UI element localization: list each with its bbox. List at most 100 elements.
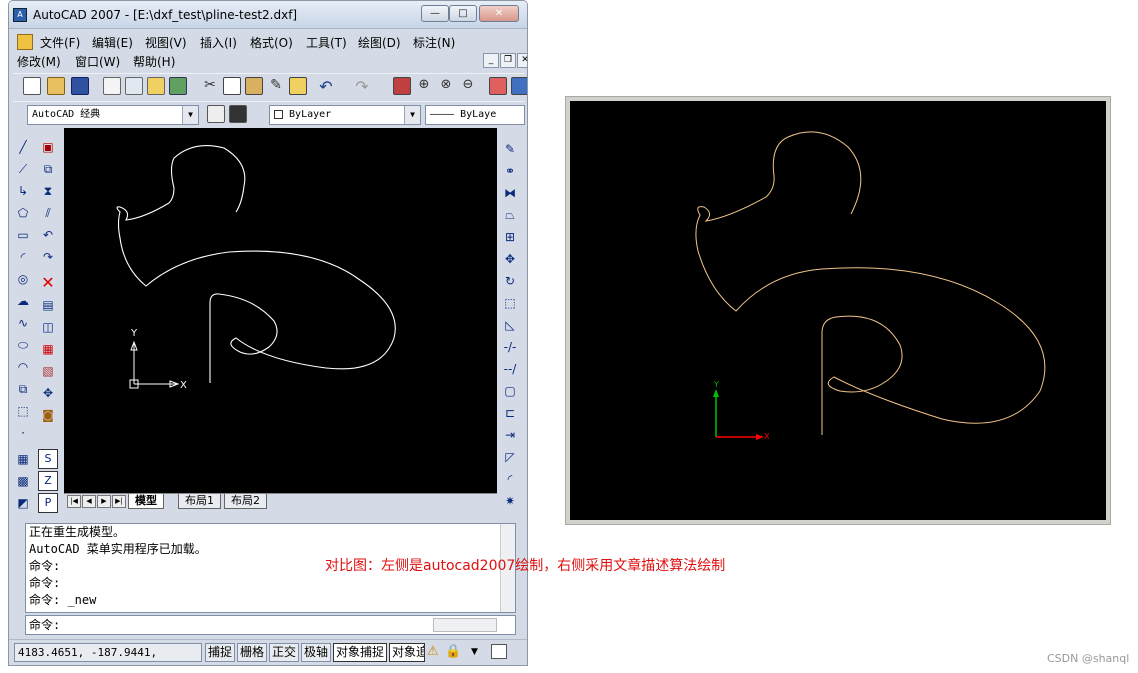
region-icon[interactable]: ◩ [13,493,33,513]
menu-tools[interactable]: 工具(T) [306,34,347,51]
open-icon[interactable] [47,77,65,95]
my-workspace-icon[interactable] [229,105,247,123]
menu-edit[interactable]: 编辑(E) [92,34,133,51]
polyline-icon[interactable]: ↳ [13,181,33,201]
gradient-icon[interactable]: ▩ [13,471,33,491]
array-icon[interactable]: ▦ [38,339,58,359]
layer-combo[interactable]: ByLayer ▼ [269,105,421,125]
explode-tool-icon[interactable]: ✷ [500,491,520,511]
hatch-icon[interactable]: ▦ [13,449,33,469]
line-icon[interactable]: ╱ [13,137,33,157]
snap-toggle[interactable]: 捕捉 [205,643,236,662]
zoom-previous-icon[interactable]: ⊖ [459,77,477,95]
tab-model[interactable]: 模型 [128,494,164,509]
move-icon[interactable]: ✥ [38,383,58,403]
close-button[interactable]: ✕ [479,5,519,22]
spline-icon[interactable]: ∿ [13,313,33,333]
polar-toggle[interactable]: 极轴 [301,643,332,662]
stretch-tool-icon[interactable]: ◺ [500,315,520,335]
scale-tool-icon[interactable]: ⬚ [500,293,520,313]
array-tool-icon[interactable]: ⊞ [500,227,520,247]
copy-icon[interactable] [223,77,241,95]
paste-icon[interactable] [245,77,263,95]
mirror-object-icon[interactable]: ◫ [38,317,58,337]
block-editor-icon[interactable] [289,77,307,95]
mirror-tool-icon[interactable]: ⧓ [500,183,520,203]
ellipse-icon[interactable]: ⬭ [13,335,33,355]
chamfer-tool-icon[interactable]: ◸ [500,447,520,467]
redo-small-icon[interactable]: ↷ [38,247,58,267]
autocad-app-icon[interactable]: A [13,8,27,22]
menu-dimension[interactable]: 标注(N) [413,34,455,51]
mirror-icon[interactable]: ⧗ [38,181,58,201]
ellipse-arc-icon[interactable]: ◠ [13,357,33,377]
break-tool-icon[interactable]: ▢ [500,381,520,401]
new-icon[interactable] [23,77,41,95]
make-block-icon[interactable]: ⬚ [13,401,33,421]
design-center-icon[interactable] [511,77,527,95]
pan-icon[interactable] [393,77,411,95]
print-icon[interactable] [103,77,121,95]
insert-block-icon[interactable]: ⧉ [13,379,33,399]
menu-modify[interactable]: 修改(M) [17,53,61,70]
save-icon[interactable] [71,77,89,95]
copy-tool-icon[interactable]: ⚭ [500,161,520,181]
undo-icon[interactable]: ↶ [317,77,335,96]
join-tool-icon[interactable]: ⇥ [500,425,520,445]
menu-help[interactable]: 帮助(H) [133,53,175,70]
drawing-canvas[interactable]: Y X [64,128,497,494]
lock-icon[interactable]: 🔒 [445,644,461,659]
mdi-minimize-button[interactable]: _ [483,53,499,68]
menu-file[interactable]: 文件(F) [40,34,80,51]
maximize-button[interactable]: □ [449,5,477,22]
move-block-icon[interactable]: ▧ [38,361,58,381]
clean-screen-icon[interactable] [491,644,507,659]
mdi-restore-button[interactable]: ❐ [500,53,516,68]
minimize-button[interactable]: — [421,5,449,22]
zone-icon[interactable]: Z [38,471,58,491]
ortho-toggle[interactable]: 正交 [269,643,300,662]
polygon-icon[interactable]: ⬠ [13,203,33,223]
grid-toggle[interactable]: 栅格 [237,643,268,662]
erase-icon[interactable]: ✕ [38,273,58,293]
copy-clip-icon[interactable]: ▤ [38,295,58,315]
revision-cloud-icon[interactable]: ☁ [13,291,33,311]
move-tool-icon[interactable]: ✥ [500,249,520,269]
title-bar[interactable]: A AutoCAD 2007 - [E:\dxf_test\pline-test… [9,1,527,29]
tab-next-button[interactable]: ▶ [97,495,111,508]
circle-icon[interactable]: ◎ [13,269,33,289]
erase-save-icon[interactable]: ▣ [38,137,58,157]
properties-icon[interactable] [489,77,507,95]
offset-tool-icon[interactable]: ⏢ [500,205,520,225]
tab-first-button[interactable]: |◀ [67,495,81,508]
print-preview-icon[interactable] [125,77,143,95]
rotate-tool-icon[interactable]: ↻ [500,271,520,291]
fillet-tool-icon[interactable]: ◜ [500,469,520,489]
otrack-toggle[interactable]: 对象追 [389,643,425,662]
osnap-toggle[interactable]: 对象捕捉 [333,643,388,662]
undo-small-icon[interactable]: ↶ [38,225,58,245]
extend-tool-icon[interactable]: --/ [500,359,520,379]
break-at-point-icon[interactable]: ⊏ [500,403,520,423]
mdi-close-button[interactable]: ✕ [517,53,527,68]
arc-icon[interactable]: ◜ [13,247,33,267]
erase-pencil-icon[interactable]: ✎ [500,139,520,159]
tab-layout1[interactable]: 布局1 [178,494,221,509]
point-icon[interactable]: · [13,423,33,443]
menu-draw[interactable]: 绘图(D) [358,34,401,51]
coordinate-readout[interactable]: 4183.4651, -187.9441, 0.0000 [14,643,202,665]
tab-layout2[interactable]: 布局2 [224,494,267,509]
polyline-curve[interactable] [116,145,396,383]
drawing-area[interactable]: Y X [64,128,497,494]
rectangle-icon[interactable]: ▭ [13,225,33,245]
tab-last-button[interactable]: ▶| [112,495,126,508]
copy-object-icon[interactable]: ⧉ [38,159,58,179]
trim-tool-icon[interactable]: -/- [500,337,520,357]
command-hscrollbar[interactable] [433,618,497,632]
workspace-settings-icon[interactable] [207,105,225,123]
rotate-block-icon[interactable]: ◙ [38,405,58,425]
3d-dwf-icon[interactable] [169,77,187,95]
menu-window[interactable]: 窗口(W) [75,53,120,70]
zoom-window-icon[interactable]: ⊗ [437,77,455,95]
status-menu-chevron-icon[interactable]: ▼ [471,647,478,657]
